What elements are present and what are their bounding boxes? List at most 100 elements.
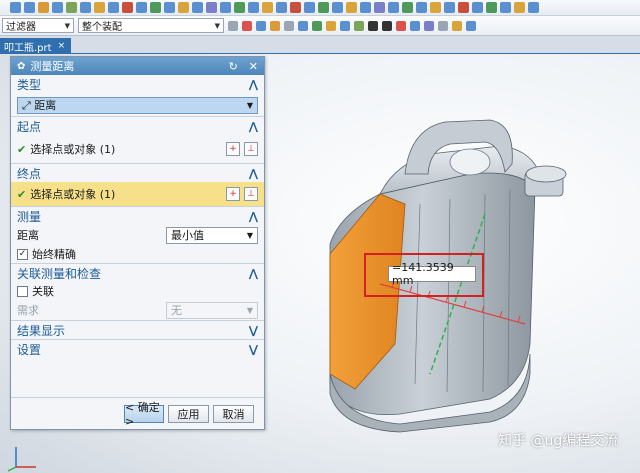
- reset-icon[interactable]: ↻: [229, 60, 238, 73]
- sketch-icon[interactable]: [318, 2, 329, 13]
- end-section-header[interactable]: 终点 ⋀: [11, 163, 264, 182]
- draft-icon[interactable]: [164, 2, 175, 13]
- handle-opening-shape: [449, 148, 491, 176]
- measure-icon[interactable]: [430, 2, 441, 13]
- selection-scope-select[interactable]: 整个装配 ▼: [78, 18, 224, 33]
- snap-endpoint-icon[interactable]: [312, 20, 322, 31]
- sew-icon[interactable]: [248, 2, 259, 13]
- general-selection-icon[interactable]: [228, 20, 238, 31]
- wcs-icon[interactable]: [500, 2, 511, 13]
- project-curve-icon[interactable]: [388, 2, 399, 13]
- chevron-down-icon: ▼: [246, 305, 253, 315]
- offset-curve-icon[interactable]: [402, 2, 413, 13]
- spline-icon[interactable]: [374, 2, 385, 13]
- settings-section-header[interactable]: 设置 ⋁: [11, 339, 264, 358]
- datum-plane-icon[interactable]: [290, 2, 301, 13]
- always-accurate-checkbox[interactable]: ✓: [17, 248, 28, 260]
- snap-control-point-icon[interactable]: [340, 20, 350, 31]
- end-select-row[interactable]: ✔ 选择点或对象 (1) + ⊥: [11, 182, 264, 206]
- info-icon[interactable]: [514, 2, 525, 13]
- snap-settings-icon[interactable]: [466, 20, 476, 31]
- render-icon[interactable]: [472, 2, 483, 13]
- start-select-row[interactable]: ✔ 选择点或对象 (1) + ⊥: [11, 135, 264, 163]
- measure-distance-dialog: ✿ 测量距离 ↻ ✕ 类型 ⋀ ⤢ 距离 ▼ 起点 ⋀ ✔ 选择点或对象 (1)…: [10, 56, 265, 430]
- results-section-header[interactable]: 结果显示 ⋁: [11, 320, 264, 339]
- snap-existing-point-icon[interactable]: [396, 20, 406, 31]
- requirement-select: 无 ▼: [166, 301, 258, 319]
- feature-selection-icon[interactable]: [242, 20, 252, 31]
- line-icon[interactable]: [346, 2, 357, 13]
- associative-row: 关联: [11, 282, 264, 300]
- extrude-icon[interactable]: [66, 2, 77, 13]
- datum-axis-icon[interactable]: [304, 2, 315, 13]
- shell-icon[interactable]: [150, 2, 161, 13]
- inferred-point-icon[interactable]: ⊥: [244, 187, 258, 201]
- close-icon[interactable]: ×: [58, 41, 66, 51]
- distance-type-label: ⤢ 距离: [22, 99, 57, 112]
- select-all-icon[interactable]: [298, 20, 308, 31]
- block-icon[interactable]: [24, 2, 35, 13]
- cylinder-icon[interactable]: [10, 2, 21, 13]
- expand-icon: ⋁: [248, 323, 258, 337]
- trim-body-icon[interactable]: [206, 2, 217, 13]
- cone-icon[interactable]: [38, 2, 49, 13]
- boolean-icon[interactable]: [108, 2, 119, 13]
- type-filter-select[interactable]: 过滤器 ▼: [2, 18, 74, 33]
- thicken-icon[interactable]: [262, 2, 273, 13]
- split-body-icon[interactable]: [220, 2, 231, 13]
- associative-checkbox[interactable]: [17, 285, 28, 297]
- tools-icon[interactable]: [528, 2, 539, 13]
- snap-quadrant-icon[interactable]: [382, 20, 392, 31]
- distance-mode-select[interactable]: 最小值 ▼: [166, 226, 258, 244]
- type-section-header[interactable]: 类型 ⋀: [11, 75, 264, 94]
- face-rule-icon[interactable]: [270, 20, 280, 31]
- type-row: ⤢ 距离 ▼: [11, 94, 264, 116]
- inferred-point-icon[interactable]: ⊥: [244, 142, 258, 156]
- hole-icon[interactable]: [94, 2, 105, 13]
- chamfer-icon[interactable]: [136, 2, 147, 13]
- measure-type-select[interactable]: ⤢ 距离 ▼: [17, 96, 258, 114]
- distance-icon: ⤢: [22, 99, 35, 112]
- analysis-icon[interactable]: [444, 2, 455, 13]
- mirror-icon[interactable]: [192, 2, 203, 13]
- tab-part-file[interactable]: 叩工瓶.prt ×: [0, 38, 72, 54]
- dialog-title-bar: ✿ 测量距离 ↻ ✕: [11, 57, 264, 75]
- requirement-row: 需求 无 ▼: [11, 300, 264, 320]
- sphere-icon[interactable]: [52, 2, 63, 13]
- snap-intersection-icon[interactable]: [354, 20, 364, 31]
- snap-center-icon[interactable]: [368, 20, 378, 31]
- chevron-down-icon: ▼: [64, 21, 70, 30]
- ok-button[interactable]: < 确定 >: [124, 401, 164, 428]
- collapse-icon: ⋀: [248, 78, 258, 91]
- curve-icon[interactable]: [332, 2, 343, 13]
- snap-bounded-icon[interactable]: [438, 20, 448, 31]
- rectangle-select-icon[interactable]: [284, 20, 294, 31]
- associative-section-header[interactable]: 关联测量和检查 ⋀: [11, 263, 264, 282]
- snap-on-face-icon[interactable]: [424, 20, 434, 31]
- cancel-button[interactable]: 取消: [213, 404, 254, 423]
- measure-section-header[interactable]: 测量 ⋀: [11, 206, 264, 225]
- layer-icon[interactable]: [486, 2, 497, 13]
- intersect-curve-icon[interactable]: [416, 2, 427, 13]
- dialog-title: 测量距离: [30, 60, 75, 73]
- snap-pole-icon[interactable]: [452, 20, 462, 31]
- coordinate-triad-icon: [7, 447, 36, 472]
- pattern-icon[interactable]: [178, 2, 189, 13]
- snap-midpoint-icon[interactable]: [326, 20, 336, 31]
- point-dialog-icon[interactable]: +: [226, 142, 240, 156]
- arc-icon[interactable]: [360, 2, 371, 13]
- sweep-icon[interactable]: [276, 2, 287, 13]
- dialog-footer: < 确定 > 应用 取消: [11, 397, 264, 429]
- revolve-icon[interactable]: [80, 2, 91, 13]
- apply-button[interactable]: 应用: [168, 404, 209, 423]
- curve-rule-icon[interactable]: [256, 20, 266, 31]
- point-dialog-icon[interactable]: +: [226, 187, 240, 201]
- view-icon[interactable]: [458, 2, 469, 13]
- edge-blend-icon[interactable]: [122, 2, 133, 13]
- start-section-header[interactable]: 起点 ⋀: [11, 116, 264, 135]
- offset-face-icon[interactable]: [234, 2, 245, 13]
- always-accurate-row: ✓ 始终精确: [17, 248, 76, 261]
- snap-on-curve-icon[interactable]: [410, 20, 420, 31]
- close-icon[interactable]: ✕: [249, 60, 258, 73]
- chevron-down-icon: ▼: [246, 100, 253, 110]
